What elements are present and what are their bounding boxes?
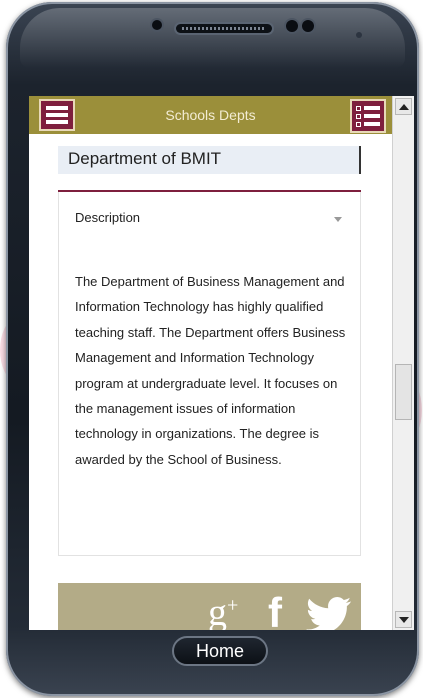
proximity-sensor [302,20,314,32]
scroll-up-button[interactable] [395,98,412,115]
googleplus-link[interactable]: g+ [208,591,238,630]
scroll-thumb[interactable] [395,364,412,420]
department-title: Department of BMIT [58,146,361,174]
hamburger-icon [46,120,68,124]
social-bar: g+ f [58,583,361,630]
googleplus-icon: g [208,592,227,630]
list-icon [356,105,384,111]
app-bar: Schools Depts [29,96,392,134]
description-card: Description The Department of Business M… [58,192,361,556]
googleplus-plus: + [227,594,239,617]
description-text: The Department of Business Management an… [75,274,346,467]
hamburger-icon [46,113,68,117]
phone-highlight [20,8,405,68]
twitter-icon [306,597,352,630]
home-button[interactable]: Home [172,636,268,666]
scroll-down-button[interactable] [395,611,412,628]
description-toggle[interactable]: Description [75,210,140,225]
vertical-scrollbar[interactable] [392,96,414,630]
list-icon [356,121,384,127]
menu-button[interactable] [39,99,75,131]
arrow-down-icon [398,616,409,623]
list-button[interactable] [350,99,386,133]
arrow-up-icon [398,103,409,110]
list-icon [356,113,384,119]
chevron-down-icon[interactable] [334,217,342,222]
app-title: Schools Depts [165,107,256,123]
facebook-icon: f [268,589,282,630]
led-indicator [356,32,362,38]
app-screen: Schools Depts Department of BMIT Descrip… [29,96,414,630]
sensor-dot [152,20,162,30]
front-camera [286,20,298,32]
twitter-link[interactable] [306,597,352,630]
earpiece-speaker [176,24,272,33]
hamburger-icon [46,106,68,110]
facebook-link[interactable]: f [268,589,282,630]
